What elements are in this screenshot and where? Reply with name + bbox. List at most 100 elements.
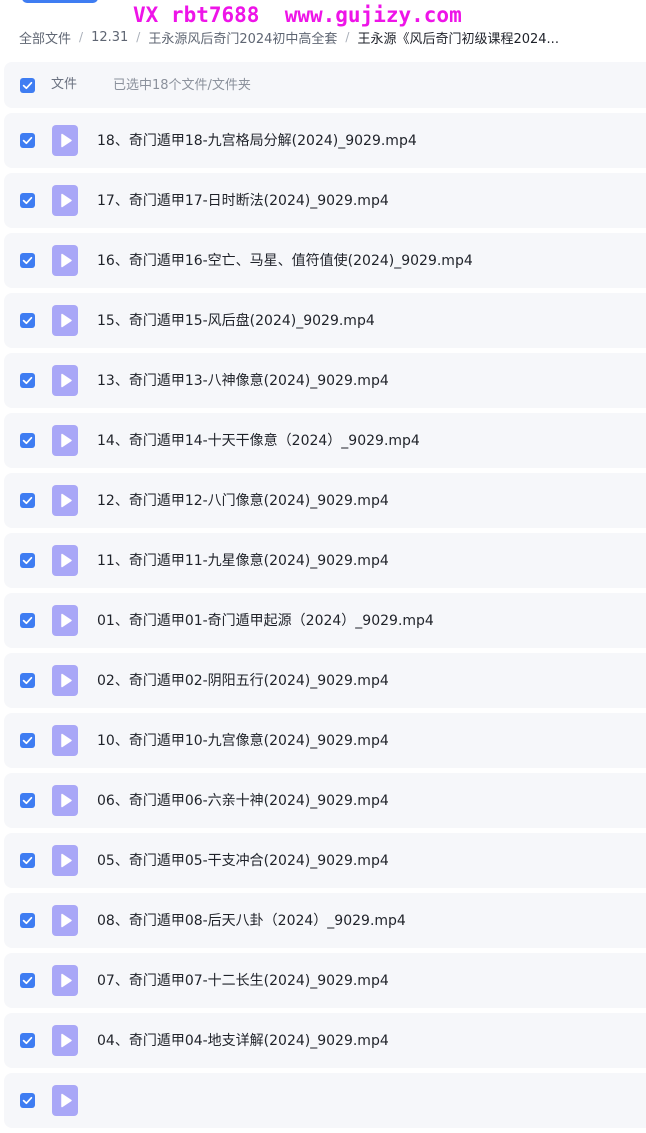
file-row[interactable]: 10、奇门遁甲10-九宫像意(2024)_9029.mp4 [4,713,646,768]
file-row[interactable]: 16、奇门遁甲16-空亡、马星、值符值使(2024)_9029.mp4 [4,233,646,288]
row-checkbox[interactable] [20,613,35,628]
checkmark-icon [22,256,33,265]
row-checkbox[interactable] [20,673,35,688]
file-row[interactable]: 05、奇门遁甲05-干支冲合(2024)_9029.mp4 [4,833,646,888]
video-file-icon [52,1025,78,1056]
checkmark-icon [22,976,33,985]
checkmark-icon [22,616,33,625]
breadcrumb-item-all-files[interactable]: 全部文件 [19,28,71,47]
breadcrumb-item-current-folder: 王永源《风后奇门初级课程2024... [357,31,559,47]
breadcrumb: 全部文件 / 12.31 / 王永源风后奇门2024初中高全套 / 王永源《风后… [19,27,646,47]
row-checkbox[interactable] [20,253,35,268]
row-checkbox[interactable] [20,973,35,988]
row-checkbox[interactable] [20,313,35,328]
checkmark-icon [22,676,33,685]
file-row[interactable]: 18、奇门遁甲18-九宫格局分解(2024)_9029.mp4 [4,113,646,168]
row-checkbox[interactable] [20,793,35,808]
file-name: 17、奇门遁甲17-日时断法(2024)_9029.mp4 [97,193,389,209]
file-name: 10、奇门遁甲10-九宫像意(2024)_9029.mp4 [97,733,389,749]
checkmark-icon [22,1036,33,1045]
video-file-icon [52,785,78,816]
row-checkbox[interactable] [20,853,35,868]
file-name: 05、奇门遁甲05-干支冲合(2024)_9029.mp4 [97,853,389,869]
checkmark-icon [22,736,33,745]
video-file-icon [52,485,78,516]
row-checkbox[interactable] [20,913,35,928]
checkmark-icon [22,316,33,325]
file-row[interactable]: 13、奇门遁甲13-八神像意(2024)_9029.mp4 [4,353,646,408]
file-row[interactable]: 07、奇门遁甲07-十二长生(2024)_9029.mp4 [4,953,646,1008]
video-file-icon [52,305,78,336]
row-checkbox[interactable] [20,133,35,148]
row-checkbox[interactable] [20,193,35,208]
file-row[interactable]: 17、奇门遁甲17-日时断法(2024)_9029.mp4 [4,173,646,228]
file-name: 13、奇门遁甲13-八神像意(2024)_9029.mp4 [97,373,389,389]
file-name: 15、奇门遁甲15-风后盘(2024)_9029.mp4 [97,313,375,329]
file-name: 18、奇门遁甲18-九宫格局分解(2024)_9029.mp4 [97,133,417,149]
file-name: 14、奇门遁甲14-十天干像意（2024）_9029.mp4 [97,433,420,449]
select-all-checkbox[interactable] [20,78,35,93]
row-checkbox[interactable] [20,733,35,748]
top-tab-indicator [22,0,98,3]
video-file-icon [52,665,78,696]
file-name: 08、奇门遁甲08-后天八卦（2024）_9029.mp4 [97,913,406,929]
video-file-icon [52,545,78,576]
file-name: 02、奇门遁甲02-阴阳五行(2024)_9029.mp4 [97,673,389,689]
list-header: 文件 已选中18个文件/文件夹 [4,62,646,108]
video-file-icon [52,185,78,216]
selection-status: 已选中18个文件/文件夹 [113,78,251,93]
checkmark-icon [22,496,33,505]
checkmark-icon [22,796,33,805]
checkmark-icon [22,916,33,925]
video-file-icon [52,605,78,636]
breadcrumb-item-course-folder[interactable]: 王永源风后奇门2024初中高全套 [148,28,337,47]
file-name: 06、奇门遁甲06-六亲十神(2024)_9029.mp4 [97,793,389,809]
video-file-icon [52,905,78,936]
breadcrumb-separator: / [136,30,141,44]
video-file-icon [52,725,78,756]
video-file-icon [52,245,78,276]
checkmark-icon [22,136,33,145]
file-name: 01、奇门遁甲01-奇门遁甲起源（2024）_9029.mp4 [97,613,434,629]
video-file-icon [52,965,78,996]
checkmark-icon [22,196,33,205]
file-name: 16、奇门遁甲16-空亡、马星、值符值使(2024)_9029.mp4 [97,253,473,269]
file-row[interactable]: 14、奇门遁甲14-十天干像意（2024）_9029.mp4 [4,413,646,468]
video-file-icon [52,425,78,456]
file-row[interactable]: 12、奇门遁甲12-八门像意(2024)_9029.mp4 [4,473,646,528]
row-checkbox[interactable] [20,493,35,508]
file-name: 07、奇门遁甲07-十二长生(2024)_9029.mp4 [97,973,389,989]
file-row[interactable]: 15、奇门遁甲15-风后盘(2024)_9029.mp4 [4,293,646,348]
breadcrumb-separator: / [345,30,350,44]
checkmark-icon [22,1096,33,1105]
checkmark-icon [22,376,33,385]
video-file-icon [52,1085,78,1116]
checkmark-icon [22,436,33,445]
file-row[interactable]: 01、奇门遁甲01-奇门遁甲起源（2024）_9029.mp4 [4,593,646,648]
file-row[interactable] [4,1073,646,1128]
file-list: 18、奇门遁甲18-九宫格局分解(2024)_9029.mp4 17、奇门遁甲1… [4,113,646,1133]
watermark-text: VX rbt7688 www.gujizy.com [133,3,462,27]
row-checkbox[interactable] [20,1033,35,1048]
file-row[interactable]: 11、奇门遁甲11-九星像意(2024)_9029.mp4 [4,533,646,588]
column-label-file[interactable]: 文件 [51,76,77,94]
checkmark-icon [22,856,33,865]
file-row[interactable]: 06、奇门遁甲06-六亲十神(2024)_9029.mp4 [4,773,646,828]
breadcrumb-separator: / [79,30,84,44]
file-row[interactable]: 08、奇门遁甲08-后天八卦（2024）_9029.mp4 [4,893,646,948]
video-file-icon [52,365,78,396]
file-name: 11、奇门遁甲11-九星像意(2024)_9029.mp4 [97,553,389,569]
row-checkbox[interactable] [20,1093,35,1108]
video-file-icon [52,845,78,876]
checkmark-icon [22,556,33,565]
checkmark-icon [22,81,33,90]
file-name: 12、奇门遁甲12-八门像意(2024)_9029.mp4 [97,493,389,509]
file-row[interactable]: 02、奇门遁甲02-阴阳五行(2024)_9029.mp4 [4,653,646,708]
row-checkbox[interactable] [20,433,35,448]
file-row[interactable]: 04、奇门遁甲04-地支详解(2024)_9029.mp4 [4,1013,646,1068]
file-name: 04、奇门遁甲04-地支详解(2024)_9029.mp4 [97,1033,389,1049]
row-checkbox[interactable] [20,373,35,388]
video-file-icon [52,125,78,156]
row-checkbox[interactable] [20,553,35,568]
breadcrumb-item-folder-1231[interactable]: 12.31 [91,30,128,45]
